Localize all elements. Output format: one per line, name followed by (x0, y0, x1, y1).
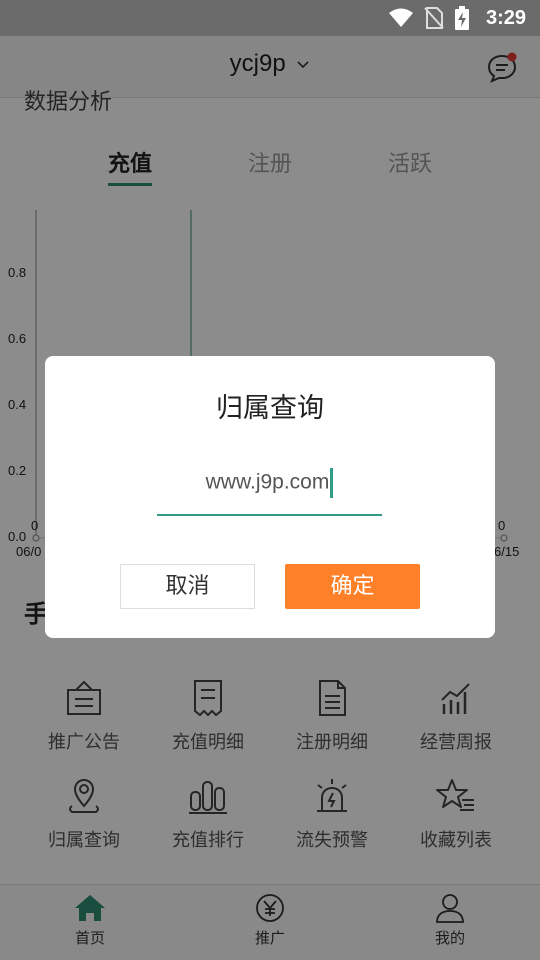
wifi-icon (388, 8, 413, 27)
query-input-value: www.j9p.com (157, 468, 382, 498)
confirm-button[interactable]: 确定 (285, 564, 420, 609)
cancel-button[interactable]: 取消 (120, 564, 255, 609)
status-time: 3:29 (485, 6, 526, 29)
text-cursor (330, 468, 334, 498)
location-query-dialog: 归属查询 www.j9p.com 取消 确定 (45, 356, 495, 638)
query-input-text: www.j9p.com (205, 470, 330, 494)
status-bar: 3:29 (0, 0, 540, 36)
no-sim-icon (424, 7, 444, 29)
battery-charging-icon (454, 6, 469, 30)
dialog-title: 归属查询 (216, 393, 324, 424)
query-input[interactable]: www.j9p.com (157, 456, 382, 516)
status-icons: 3:29 (388, 0, 526, 36)
